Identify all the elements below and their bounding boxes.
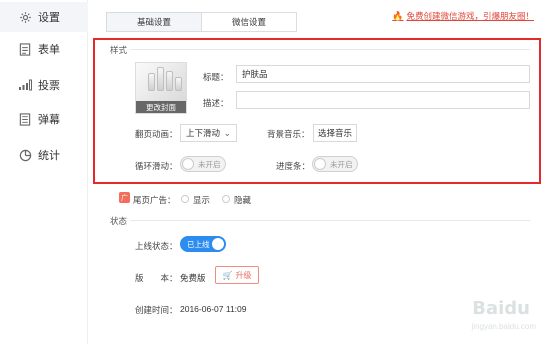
highlight-box — [93, 38, 541, 184]
form-icon — [18, 42, 32, 56]
pie-chart-icon — [18, 148, 32, 162]
toggle-text: 已上线 — [187, 240, 210, 249]
online-status-label: 上线状态： — [135, 241, 178, 251]
online-status-toggle[interactable]: 已上线 — [180, 236, 226, 252]
settings-tabs: 基础设置 微信设置 — [106, 12, 297, 32]
sidebar-item-form[interactable]: 表单 — [0, 34, 88, 64]
divider — [130, 220, 530, 221]
hide-ad-radio[interactable] — [222, 195, 230, 203]
barrage-icon — [18, 112, 32, 126]
sidebar-item-label: 统计 — [38, 150, 60, 162]
watermark-logo-text: Baidu — [472, 298, 530, 319]
version-label: 版 本： — [135, 273, 178, 283]
watermark-url: jingyan.baidu.com — [471, 322, 536, 331]
show-ad-label[interactable]: 显示 — [193, 194, 210, 206]
toggle-knob — [212, 238, 224, 250]
cart-icon: 🛒 — [222, 270, 233, 280]
sidebar-item-label: 投票 — [38, 80, 60, 92]
sidebar-item-barrage[interactable]: 弹幕 — [0, 104, 88, 134]
sidebar-item-vote[interactable]: 投票 — [0, 70, 88, 100]
sidebar-item-stats[interactable]: 统计 — [0, 140, 88, 170]
baidu-watermark: Baidu jingyan.baidu.com — [420, 296, 540, 336]
upgrade-button[interactable]: 🛒 升级 — [215, 266, 259, 284]
tab-basic-settings[interactable]: 基础设置 — [106, 12, 202, 32]
created-time-value: 2016-06-07 11:09 — [180, 304, 247, 314]
bar-chart-icon — [18, 78, 32, 92]
ad-icon: 广 — [119, 192, 130, 203]
status-section-title: 状态 — [110, 216, 128, 226]
hide-ad-label[interactable]: 隐藏 — [234, 194, 251, 206]
sidebar-item-label: 设置 — [38, 12, 60, 24]
sidebar: 设置 表单 投票 弹幕 统计 — [0, 0, 88, 344]
show-ad-radio[interactable] — [181, 195, 189, 203]
promo-text: 免费创建微信游戏，引爆朋友圈！ — [406, 11, 534, 21]
gear-icon — [18, 10, 32, 24]
created-time-label: 创建时间： — [135, 305, 178, 315]
sidebar-item-label: 弹幕 — [38, 114, 60, 126]
tab-wechat-settings[interactable]: 微信设置 — [201, 12, 297, 32]
version-value: 免费版 — [180, 273, 206, 283]
upgrade-label: 升级 — [235, 270, 252, 280]
fire-icon: 🔥 — [392, 10, 404, 21]
end-page-ad-label: 尾页广告： — [133, 195, 176, 205]
sidebar-item-settings[interactable]: 设置 — [0, 2, 88, 32]
sidebar-item-label: 表单 — [38, 44, 60, 56]
promo-link[interactable]: 🔥 免费创建微信游戏，引爆朋友圈！ — [392, 10, 534, 22]
